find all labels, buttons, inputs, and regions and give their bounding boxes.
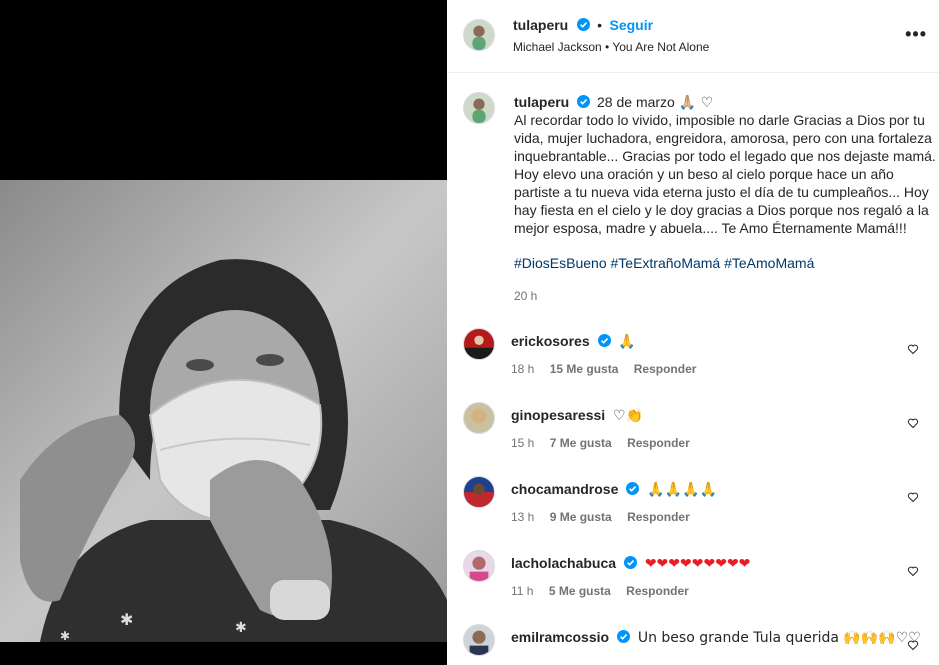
header-separator: •	[597, 17, 603, 33]
caption-date-emojis: 🙏🏼 ♡	[678, 95, 714, 111]
svg-text:✱: ✱	[120, 612, 133, 629]
verified-badge-icon	[623, 556, 637, 569]
comment-avatar[interactable]	[463, 328, 495, 360]
reply-button[interactable]: Responder	[627, 436, 690, 450]
comment-time: 13 h	[511, 510, 535, 524]
caption-body: Al recordar todo lo vivido, imposible no…	[514, 111, 936, 237]
comment-time: 11 h	[511, 584, 534, 598]
caption-hashtags[interactable]: #DiosEsBueno #TeExtrañoMamá #TeAmoMamá	[514, 254, 934, 272]
verified-badge-icon	[576, 18, 590, 31]
heart-icon[interactable]	[907, 491, 919, 503]
comment-avatar[interactable]	[463, 402, 495, 434]
comment-time: 18 h	[511, 362, 535, 376]
heart-icon[interactable]	[907, 343, 919, 355]
comment-avatar[interactable]	[463, 624, 495, 656]
follow-button[interactable]: Seguir	[610, 17, 654, 33]
audio-link[interactable]: Michael Jackson • You Are Not Alone	[513, 40, 709, 54]
verified-badge-icon	[577, 95, 591, 108]
comment-text: 🙏🙏🙏🙏	[647, 482, 717, 498]
post-detail-panel: tulaperu • Seguir Michael Jackson • You …	[447, 0, 939, 665]
heart-icon[interactable]	[907, 417, 919, 429]
comment-likes[interactable]: 9 Me gusta	[550, 510, 612, 524]
comment-likes[interactable]: 7 Me gusta	[550, 436, 612, 450]
caption-line: mejor esposa, madre y abuela.... Te Amo …	[514, 220, 907, 236]
heart-icon[interactable]	[907, 565, 919, 577]
comment-username[interactable]: chocamandrose	[511, 481, 618, 497]
reply-button[interactable]: Responder	[627, 510, 690, 524]
author-avatar[interactable]	[463, 19, 495, 51]
caption-line: Hoy elevo una oración y un beso al cielo…	[514, 166, 894, 182]
comment-avatar[interactable]	[463, 476, 495, 508]
comment-avatar[interactable]	[463, 550, 495, 582]
reply-button[interactable]: Responder	[634, 362, 697, 376]
comment-username[interactable]: ginopesaressi	[511, 407, 605, 423]
post-photo[interactable]: ✱ ✱ ✱	[0, 180, 447, 642]
heart-icon[interactable]	[907, 639, 919, 651]
post-header: tulaperu • Seguir Michael Jackson • You …	[447, 0, 939, 73]
comment-time: 15 h	[511, 436, 535, 450]
caption-line: vida, mujer luchadora, engreidora, amoro…	[514, 130, 932, 146]
author-username[interactable]: tulaperu	[513, 17, 568, 33]
reply-button[interactable]: Responder	[626, 584, 689, 598]
comment-text: ❤❤❤❤❤❤❤❤❤	[644, 556, 751, 572]
comment-username[interactable]: emilramcossio	[511, 629, 609, 645]
comment-likes[interactable]: 5 Me gusta	[549, 584, 611, 598]
caption-line: inquebrantable... Gracias por todo el le…	[514, 148, 936, 164]
caption-line: partiste a tu nueva vida eterna justo el…	[514, 184, 929, 200]
caption-line: hay fiesta en el cielo y le doy gracias …	[514, 202, 929, 218]
caption-avatar[interactable]	[463, 92, 495, 124]
comment-text: Un beso grande Tula querida 🙌🙌🙌♡♡	[637, 630, 921, 646]
comment-username[interactable]: lacholachabuca	[511, 555, 616, 571]
verified-badge-icon	[626, 482, 640, 495]
caption-date: 28 de marzo	[597, 94, 675, 110]
comment-likes[interactable]: 15 Me gusta	[550, 362, 619, 376]
svg-text:✱: ✱	[60, 629, 70, 642]
comment-username[interactable]: erickosores	[511, 333, 590, 349]
svg-text:✱: ✱	[235, 619, 247, 635]
comment-text: ♡👏	[613, 408, 644, 424]
caption-username[interactable]: tulaperu	[514, 94, 569, 110]
comment-text: 🙏	[618, 334, 636, 350]
caption-time: 20 h	[514, 289, 538, 303]
more-dots-icon[interactable]: •••	[905, 24, 927, 45]
caption-line: Al recordar todo lo vivido, imposible no…	[514, 112, 925, 128]
verified-badge-icon	[597, 334, 611, 347]
post-media[interactable]: ✱ ✱ ✱	[0, 0, 447, 665]
verified-badge-icon	[616, 630, 630, 643]
